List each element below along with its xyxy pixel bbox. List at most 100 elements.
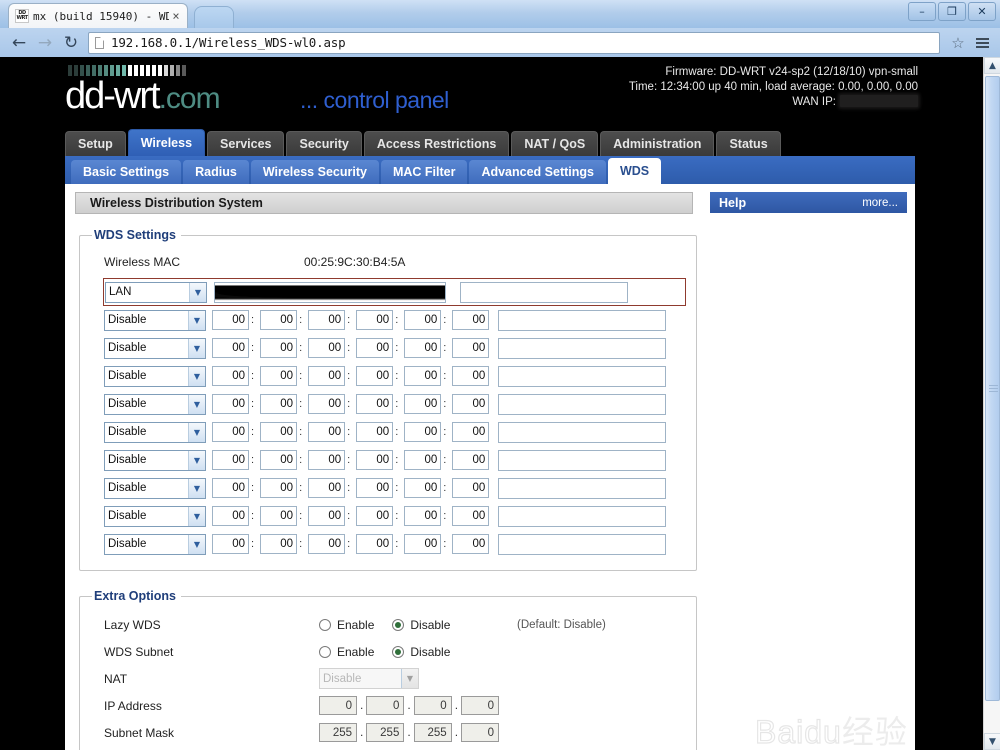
wds-mode-select[interactable]: DisableLANP2P <box>104 477 206 499</box>
wds-mode-select[interactable]: DisableLANP2P <box>104 309 206 331</box>
minimize-button[interactable]: – <box>908 2 936 21</box>
wds-mac-octet-4[interactable] <box>356 310 394 330</box>
wds-mac-octet-5[interactable] <box>404 478 442 498</box>
browser-tab-wds[interactable]: DD WRT mx (build 15940) - WDS × <box>8 3 188 28</box>
wds-mac-octet-6[interactable] <box>452 338 490 358</box>
wds-description-input[interactable] <box>498 365 667 387</box>
close-window-button[interactable]: ✕ <box>968 2 996 21</box>
wds-mac-octet-6[interactable] <box>452 310 490 330</box>
wds-mac-octet-2[interactable] <box>260 506 298 526</box>
wds-description-input[interactable] <box>498 421 667 443</box>
wds-mode-select[interactable]: DisableLANP2P <box>104 393 206 415</box>
subnet-mask-octet-4[interactable] <box>461 723 500 742</box>
wds-mac-octet-3[interactable] <box>308 338 346 358</box>
wds-description-input[interactable] <box>460 281 628 303</box>
nav-tab-nat-qos[interactable]: NAT / QoS <box>511 131 599 156</box>
wds-description-input[interactable] <box>498 337 667 359</box>
ip-address-octet-1[interactable] <box>319 696 357 715</box>
wds-description-input[interactable] <box>498 449 667 471</box>
wds-mac-octet-2[interactable] <box>260 366 298 386</box>
lazy-wds-disable-radio[interactable] <box>392 618 405 631</box>
close-tab-icon[interactable]: × <box>169 9 183 23</box>
wds-mac-octet-4[interactable] <box>356 394 394 414</box>
scrollbar-track[interactable] <box>984 74 1000 733</box>
wds-mac-octet-3[interactable] <box>308 534 346 554</box>
wds-mac-octet-5[interactable] <box>404 366 442 386</box>
wds-description-input[interactable] <box>498 393 667 415</box>
wds-mac-octet-2[interactable] <box>260 394 298 414</box>
wds-mac-octet-4[interactable] <box>356 534 394 554</box>
wds-mode-select[interactable]: DisableLANP2P <box>104 505 206 527</box>
wds-mode-select[interactable]: DisableLANP2P <box>105 281 207 303</box>
wds-mac-octet-5[interactable] <box>404 394 442 414</box>
ip-address-octet-3[interactable] <box>413 696 452 715</box>
wds-mac-octet-3[interactable] <box>308 422 346 442</box>
wds-mode-select[interactable]: DisableLANP2P <box>104 449 206 471</box>
wds-mac-octet-1[interactable] <box>212 310 249 330</box>
wds-mac-octet-1[interactable] <box>212 338 249 358</box>
wds-mac-octet-1[interactable] <box>212 366 249 386</box>
ip-address-octet-2[interactable] <box>366 696 405 715</box>
wds-mac-octet-6[interactable] <box>452 450 490 470</box>
wds-mac-octet-3[interactable] <box>308 310 346 330</box>
wds-mac-octet-2[interactable] <box>260 422 298 442</box>
subnav-tab-mac-filter[interactable]: MAC Filter <box>380 160 468 184</box>
new-tab-button[interactable] <box>194 6 234 28</box>
nav-tab-status[interactable]: Status <box>716 131 781 156</box>
subnav-tab-basic-settings[interactable]: Basic Settings <box>71 160 182 184</box>
nav-tab-services[interactable]: Services <box>207 131 285 156</box>
subnav-tab-wireless-security[interactable]: Wireless Security <box>250 160 379 184</box>
back-icon[interactable]: ← <box>6 31 32 55</box>
wds-mac-octet-3[interactable] <box>308 366 346 386</box>
ip-address-octet-4[interactable] <box>461 696 500 715</box>
wds-mac-octet-4[interactable] <box>356 338 394 358</box>
wds-description-input[interactable] <box>498 309 667 331</box>
nav-tab-wireless[interactable]: Wireless <box>127 129 206 156</box>
wds-description-input[interactable] <box>498 477 667 499</box>
wds-mac-octet-5[interactable] <box>404 422 442 442</box>
wds-mac-octet-1[interactable] <box>212 394 249 414</box>
wds-mac-octet-1[interactable] <box>212 534 249 554</box>
wds-mac-octet-1[interactable] <box>212 506 249 526</box>
wds-mac-octet-6[interactable] <box>452 506 490 526</box>
scrollbar-thumb[interactable] <box>985 76 1000 701</box>
wds-mac-octet-3[interactable] <box>308 394 346 414</box>
wds-subnet-enable-radio[interactable] <box>319 645 331 658</box>
bookmark-star-icon[interactable]: ☆ <box>946 31 970 55</box>
wds-mac-octet-6[interactable] <box>452 394 490 414</box>
address-bar[interactable]: 192.168.0.1/Wireless_WDS-wl0.asp <box>88 31 940 54</box>
nav-tab-setup[interactable]: Setup <box>65 131 126 156</box>
wds-mac-octet-4[interactable] <box>356 366 394 386</box>
reload-icon[interactable]: ↻ <box>58 31 84 55</box>
wds-mac-octet-6[interactable] <box>452 366 490 386</box>
wds-mac-octet-4[interactable] <box>356 422 394 442</box>
wds-mode-select[interactable]: DisableLANP2P <box>104 533 206 555</box>
wds-mac-octet-5[interactable] <box>404 506 442 526</box>
wds-mac-octet-3[interactable] <box>308 450 346 470</box>
wds-mac-octet-6[interactable] <box>452 478 490 498</box>
wds-mac-octet-5[interactable] <box>404 534 442 554</box>
wds-mode-select[interactable]: DisableLANP2P <box>104 365 206 387</box>
wds-mac-octet-5[interactable] <box>404 450 442 470</box>
wds-mac-octet-2[interactable] <box>260 450 298 470</box>
subnav-tab-wds[interactable]: WDS <box>607 158 662 184</box>
wds-mac-octet-6[interactable] <box>452 422 490 442</box>
wds-mac-octet-2[interactable] <box>260 534 298 554</box>
scroll-up-icon[interactable]: ▲ <box>984 57 1000 74</box>
wds-subnet-disable-radio[interactable] <box>392 645 405 658</box>
wds-description-input[interactable] <box>498 505 667 527</box>
wds-mac-octet-4[interactable] <box>356 450 394 470</box>
help-more-link[interactable]: more... <box>862 197 898 209</box>
wds-mac-octet-3[interactable] <box>308 506 346 526</box>
wds-mac-octet-1[interactable] <box>212 478 249 498</box>
nav-tab-administration[interactable]: Administration <box>600 131 715 156</box>
lazy-wds-enable-radio[interactable] <box>319 618 331 631</box>
wds-mac-octet-1[interactable] <box>212 422 249 442</box>
wds-mac-octet-2[interactable] <box>260 478 298 498</box>
wds-mac-octet-6[interactable] <box>452 534 490 554</box>
subnav-tab-radius[interactable]: Radius <box>183 160 249 184</box>
wds-mac-octet-5[interactable] <box>404 338 442 358</box>
subnet-mask-octet-1[interactable] <box>319 723 357 742</box>
wds-mac-octet-2[interactable] <box>260 310 298 330</box>
wds-mac-octet-2[interactable] <box>260 338 298 358</box>
